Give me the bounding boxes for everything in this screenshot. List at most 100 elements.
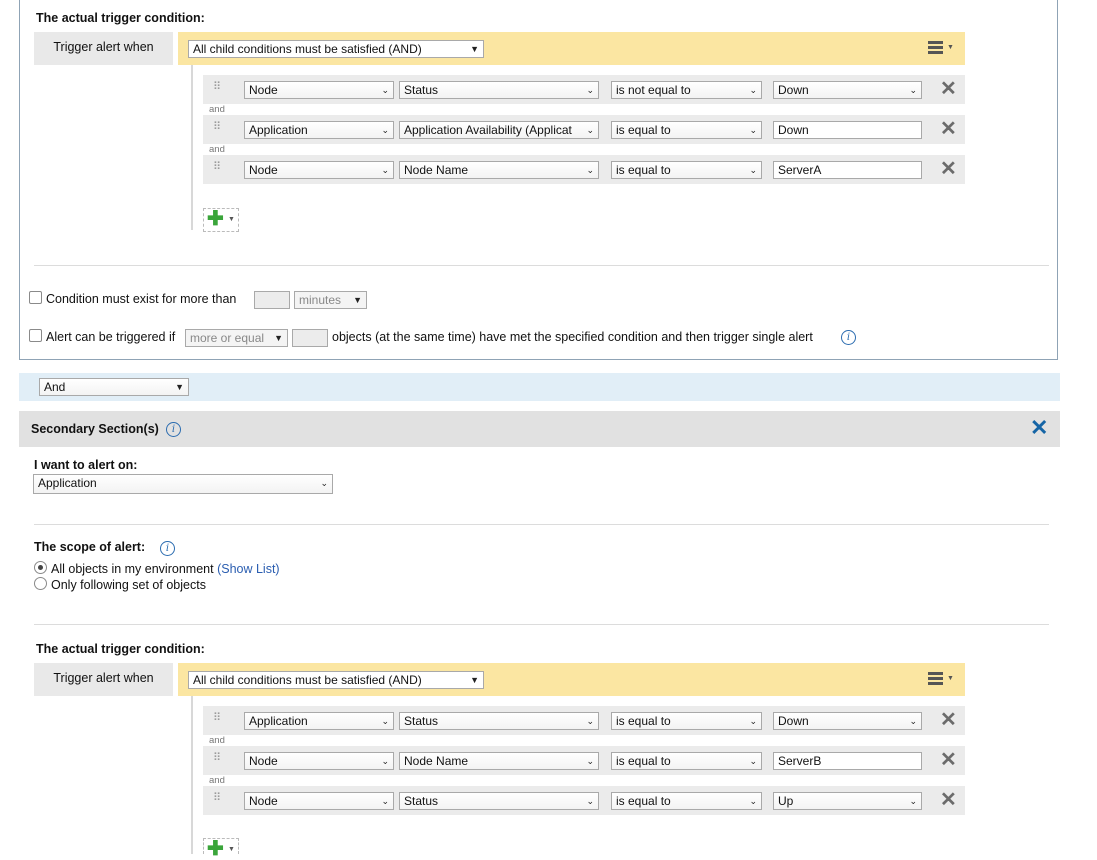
info-icon[interactable]: i <box>841 330 856 345</box>
condition-field-value: Node <box>249 163 278 177</box>
remove-condition-close-icon[interactable]: ✕ <box>940 79 957 99</box>
condition-property-value: Application Availability (Applicat <box>404 123 572 137</box>
condition-field-select[interactable]: Node ⌄ <box>244 81 394 99</box>
remove-section-close-icon[interactable]: ✕ <box>1030 417 1048 439</box>
remove-condition-close-icon[interactable]: ✕ <box>940 159 957 179</box>
condition-field-select[interactable]: Application ⌄ <box>244 121 394 139</box>
dropdown-caret-icon: ⌄ <box>320 478 328 488</box>
drag-handle-icon[interactable]: ⠿ <box>213 713 221 724</box>
condition-property-select[interactable]: Status ⌄ <box>399 712 599 730</box>
dropdown-caret-icon: ⌄ <box>749 85 757 95</box>
secondary-trigger-label: Trigger alert when <box>34 663 173 696</box>
condition-operator-value: is equal to <box>616 163 671 177</box>
dropdown-caret-icon: ⌄ <box>586 756 594 766</box>
condition-operator-select[interactable]: is equal to ⌄ <box>611 792 762 810</box>
dropdown-caret-icon: ⌄ <box>749 756 757 766</box>
condition-field-value: Application <box>249 123 308 137</box>
and-label: and <box>209 775 225 786</box>
condition-property-select[interactable]: Status ⌄ <box>399 792 599 810</box>
secondary-group-select[interactable]: All child conditions must be satisfied (… <box>188 671 484 689</box>
condition-value-input[interactable]: ServerA <box>773 161 922 179</box>
and-label: and <box>209 144 225 155</box>
alert-triggered-checkbox[interactable] <box>29 329 42 342</box>
alert-triggered-select[interactable]: more or equal ▼ <box>185 329 288 347</box>
remove-condition-close-icon[interactable]: ✕ <box>940 750 957 770</box>
drag-handle-icon[interactable]: ⠿ <box>213 82 221 93</box>
scope-following-label: Only following set of objects <box>51 578 206 592</box>
remove-condition-close-icon[interactable]: ✕ <box>940 710 957 730</box>
condition-exist-checkbox[interactable] <box>29 291 42 304</box>
condition-value-select[interactable]: Up ⌄ <box>773 792 922 810</box>
condition-operator-select[interactable]: is equal to ⌄ <box>611 712 762 730</box>
remove-condition-close-icon[interactable]: ✕ <box>940 790 957 810</box>
dropdown-caret-icon: ⌄ <box>381 716 389 726</box>
dropdown-caret-icon: ⌄ <box>909 796 917 806</box>
condition-exist-unit-value: minutes <box>299 293 342 307</box>
condition-property-select[interactable]: Status ⌄ <box>399 81 599 99</box>
scope-all-text: All objects in my environment <box>51 562 214 576</box>
primary-group-select[interactable]: All child conditions must be satisfied (… <box>188 40 484 58</box>
condition-field-select[interactable]: Node ⌄ <box>244 792 394 810</box>
condition-value: Down <box>778 714 809 728</box>
secondary-trigger-title: The actual trigger condition: <box>36 642 205 656</box>
condition-field-value: Node <box>249 754 278 768</box>
dropdown-caret-icon: ⌄ <box>749 796 757 806</box>
remove-condition-close-icon[interactable]: ✕ <box>940 119 957 139</box>
condition-value-input[interactable]: ServerB <box>773 752 922 770</box>
condition-property-value: Status <box>404 794 439 808</box>
condition-field-value: Node <box>249 794 278 808</box>
condition-value-select[interactable]: Down ⌄ <box>773 712 922 730</box>
add-icon: ✚ <box>207 838 224 860</box>
condition-operator-value: is equal to <box>616 714 671 728</box>
drag-handle-icon[interactable]: ⠿ <box>213 793 221 804</box>
condition-field-select[interactable]: Application ⌄ <box>244 712 394 730</box>
condition-value-input[interactable]: Down <box>773 121 922 139</box>
divider <box>34 265 1049 266</box>
condition-exist-input[interactable] <box>254 291 290 309</box>
alert-on-value: Application <box>38 476 97 490</box>
alert-triggered-select-value: more or equal <box>190 331 265 345</box>
dropdown-caret-icon: ⌄ <box>586 796 594 806</box>
condition-property-select[interactable]: Application Availability (Applicat ⌄ <box>399 121 599 139</box>
info-icon[interactable]: i <box>166 422 181 437</box>
condition-property-select[interactable]: Node Name ⌄ <box>399 752 599 770</box>
alert-triggered-count-input[interactable] <box>292 329 328 347</box>
menu-icon[interactable] <box>928 672 943 687</box>
dropdown-caret-icon: ⌄ <box>586 125 594 135</box>
condition-operator-select[interactable]: is equal to ⌄ <box>611 161 762 179</box>
dropdown-caret-icon: ▼ <box>353 295 362 305</box>
menu-icon[interactable] <box>928 41 943 56</box>
divider <box>34 524 1049 525</box>
drag-handle-icon[interactable]: ⠿ <box>213 122 221 133</box>
dropdown-caret-icon: ⌄ <box>381 796 389 806</box>
drag-handle-icon[interactable]: ⠿ <box>213 162 221 173</box>
scope-all-radio[interactable] <box>34 561 47 574</box>
dropdown-caret-icon: ⌄ <box>749 165 757 175</box>
and-label: and <box>209 735 225 746</box>
condition-operator-select[interactable]: is equal to ⌄ <box>611 121 762 139</box>
dropdown-caret-icon: ▼ <box>274 333 283 343</box>
secondary-section-title: Secondary Section(s) <box>31 422 159 436</box>
dropdown-caret-icon: ⌄ <box>909 716 917 726</box>
divider <box>34 624 1049 625</box>
condition-property-select[interactable]: Node Name ⌄ <box>399 161 599 179</box>
dropdown-caret-icon: ▼ <box>470 675 479 685</box>
alert-on-select[interactable]: Application ⌄ <box>33 474 333 494</box>
condition-operator-select[interactable]: is not equal to ⌄ <box>611 81 762 99</box>
condition-field-select[interactable]: Node ⌄ <box>244 161 394 179</box>
show-list-link[interactable]: (Show List) <box>217 562 280 576</box>
alert-triggered-suffix: objects (at the same time) have met the … <box>332 330 813 344</box>
primary-trigger-title: The actual trigger condition: <box>36 11 205 25</box>
section-joiner-select[interactable]: And ▼ <box>39 378 189 396</box>
dropdown-caret-icon: ⌄ <box>381 125 389 135</box>
info-icon[interactable]: i <box>160 541 175 556</box>
add-caret-icon: ▼ <box>228 216 235 223</box>
condition-value-select[interactable]: Down ⌄ <box>773 81 922 99</box>
condition-field-select[interactable]: Node ⌄ <box>244 752 394 770</box>
dropdown-caret-icon: ⌄ <box>749 125 757 135</box>
drag-handle-icon[interactable]: ⠿ <box>213 753 221 764</box>
scope-following-radio[interactable] <box>34 577 47 590</box>
condition-operator-select[interactable]: is equal to ⌄ <box>611 752 762 770</box>
secondary-group-select-value: All child conditions must be satisfied (… <box>193 673 422 687</box>
condition-exist-unit-select[interactable]: minutes ▼ <box>294 291 367 309</box>
